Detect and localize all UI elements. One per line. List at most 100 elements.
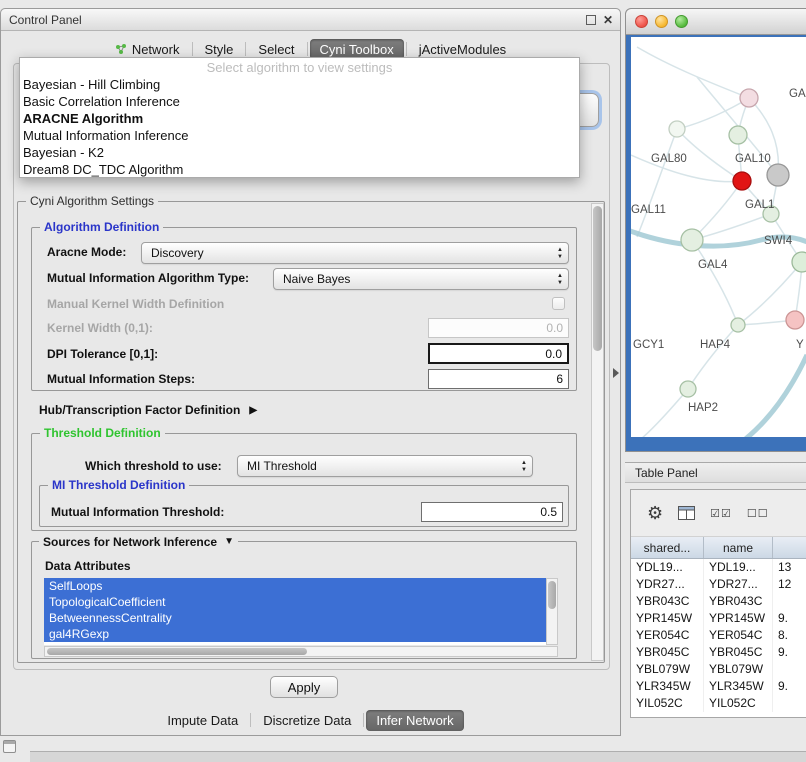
table-row[interactable]: YLR345WYLR345W9.: [631, 678, 806, 695]
network-icon: [115, 43, 127, 55]
table-row[interactable]: YBR043CYBR043C: [631, 593, 806, 610]
table-row[interactable]: YPR145WYPR145W9.: [631, 610, 806, 627]
network-window-titlebar[interactable]: [626, 9, 806, 35]
network-node[interactable]: [786, 311, 804, 329]
table-cell: 9.: [773, 610, 806, 627]
column-header[interactable]: name: [704, 537, 773, 558]
table-row[interactable]: YER054CYER054C8.: [631, 627, 806, 644]
table-cell: YBR045C: [631, 644, 704, 661]
network-node[interactable]: [731, 318, 745, 332]
control-panel-titlebar: Control Panel ✕: [1, 9, 620, 31]
node-label: Y: [796, 339, 804, 351]
algorithm-definition-title: Algorithm Definition: [40, 220, 163, 234]
table-cell: [773, 695, 806, 712]
mi-steps-field[interactable]: 6: [428, 369, 569, 389]
data-attribute-item[interactable]: TopologicalCoefficient: [44, 594, 546, 610]
table-cell: 9.: [773, 678, 806, 695]
algorithm-option[interactable]: Basic Correlation Inference: [20, 93, 579, 110]
algorithm-option[interactable]: Mutual Information Inference: [20, 127, 579, 144]
which-threshold-select[interactable]: MI Threshold ▲▼: [237, 455, 533, 477]
tab-separator: [406, 42, 407, 56]
data-attribute-item[interactable]: gal4RGexp: [44, 626, 546, 642]
zoom-traffic-light-icon[interactable]: [675, 15, 688, 28]
tab-label: Impute Data: [167, 713, 238, 728]
network-edge: [637, 47, 749, 98]
aracne-mode-select[interactable]: Discovery ▲▼: [141, 242, 569, 264]
node-label: SWI4: [764, 235, 793, 247]
deselect-all-icon[interactable]: ☐☐: [747, 507, 769, 520]
table-cell: YDR27...: [631, 576, 704, 593]
mi-type-label: Mutual Information Algorithm Type:: [47, 267, 249, 289]
network-node[interactable]: [733, 172, 751, 190]
node-label: GAL4: [698, 259, 728, 271]
panel-title: Control Panel: [9, 9, 82, 31]
select-all-icon[interactable]: ☑☑: [710, 507, 732, 520]
tab-label: jActiveModules: [419, 42, 506, 57]
node-label: GAL8: [789, 88, 806, 100]
table-row[interactable]: YDR27...YDR27...12: [631, 576, 806, 593]
column-header[interactable]: [773, 537, 806, 558]
minimized-panel-icon[interactable]: [3, 740, 16, 753]
table-cell: YBR043C: [704, 593, 773, 610]
tab-separator: [245, 42, 246, 56]
algorithm-option[interactable]: Bayesian - Hill Climbing: [20, 76, 579, 93]
node-label: HAP4: [700, 339, 731, 351]
dpi-tolerance-label: DPI Tolerance [0,1]:: [47, 343, 158, 365]
mi-threshold-field[interactable]: 0.5: [421, 502, 563, 522]
close-traffic-light-icon[interactable]: [635, 15, 648, 28]
node-label: GAL11: [631, 204, 666, 216]
tab-label: Cyni Toolbox: [320, 42, 394, 57]
network-node[interactable]: [681, 229, 703, 251]
mi-type-select[interactable]: Naive Bayes ▲▼: [273, 268, 569, 290]
network-node[interactable]: [792, 252, 806, 272]
close-icon[interactable]: ✕: [603, 9, 613, 31]
node-label: GAL10: [735, 153, 771, 165]
algorithm-option[interactable]: ARACNE Algorithm: [20, 110, 579, 127]
algorithm-options: Bayesian - Hill ClimbingBasic Correlatio…: [20, 76, 579, 178]
attributes-list-hscrollbar[interactable]: [44, 646, 558, 657]
network-node[interactable]: [740, 89, 758, 107]
table-row[interactable]: YDL19...YDL19...13: [631, 559, 806, 576]
mi-type-value: Naive Bayes: [283, 272, 350, 286]
attributes-list-vscrollbar[interactable]: [546, 578, 558, 645]
minimize-traffic-light-icon[interactable]: [655, 15, 668, 28]
table-cell: [773, 593, 806, 610]
table-cell: YBR043C: [631, 593, 704, 610]
network-node[interactable]: [669, 121, 685, 137]
table-row[interactable]: YIL052CYIL052C: [631, 695, 806, 712]
table-cell: YPR145W: [704, 610, 773, 627]
table-cell: YER054C: [704, 627, 773, 644]
network-node[interactable]: [680, 381, 696, 397]
dpi-tolerance-field[interactable]: 0.0: [428, 343, 569, 364]
tab-label: Discretize Data: [263, 713, 351, 728]
bottom-tab-infer-network[interactable]: Infer Network: [366, 710, 463, 731]
float-window-icon[interactable]: [586, 15, 596, 25]
columns-icon[interactable]: [678, 506, 695, 520]
table-row[interactable]: YBR045CYBR045C9.: [631, 644, 806, 661]
table-body: YDL19...YDL19...13YDR27...YDR27...12YBR0…: [631, 559, 806, 717]
hub-definition-section[interactable]: Hub/Transcription Factor Definition ▶: [39, 400, 257, 420]
sources-section-header[interactable]: Sources for Network Inference ▼: [39, 534, 238, 549]
network-node[interactable]: [767, 164, 789, 186]
table-cell: YDR27...: [704, 576, 773, 593]
network-node[interactable]: [729, 126, 747, 144]
control-panel-window: Control Panel ✕ NetworkStyleSelectCyni T…: [0, 8, 621, 736]
panel-divider-handle[interactable]: [613, 368, 619, 378]
data-attribute-item[interactable]: BetweennessCentrality: [44, 610, 546, 626]
settings-vscrollbar[interactable]: [591, 203, 604, 661]
bottom-tab-impute-data[interactable]: Impute Data: [157, 710, 248, 731]
scrollbar-thumb[interactable]: [593, 206, 602, 351]
bottom-tab-discretize-data[interactable]: Discretize Data: [253, 710, 361, 731]
algorithm-option[interactable]: Dream8 DC_TDC Algorithm: [20, 161, 579, 178]
gear-icon[interactable]: ⚙: [647, 503, 663, 524]
data-attribute-item[interactable]: SelfLoops: [44, 578, 546, 594]
scrollbar-thumb[interactable]: [47, 648, 307, 655]
scrollbar-thumb[interactable]: [548, 581, 556, 609]
hub-definition-label: Hub/Transcription Factor Definition: [39, 403, 240, 417]
column-header[interactable]: shared...: [631, 537, 704, 558]
algorithm-option[interactable]: Bayesian - K2: [20, 144, 579, 161]
apply-button[interactable]: Apply: [270, 676, 338, 698]
network-canvas[interactable]: GAL8GAL80GAL10GAL11GAL1SWI4GAL4GCY1HAP4Y…: [626, 35, 806, 451]
node-label: GAL80: [651, 153, 687, 165]
table-row[interactable]: YBL079WYBL079W: [631, 661, 806, 678]
